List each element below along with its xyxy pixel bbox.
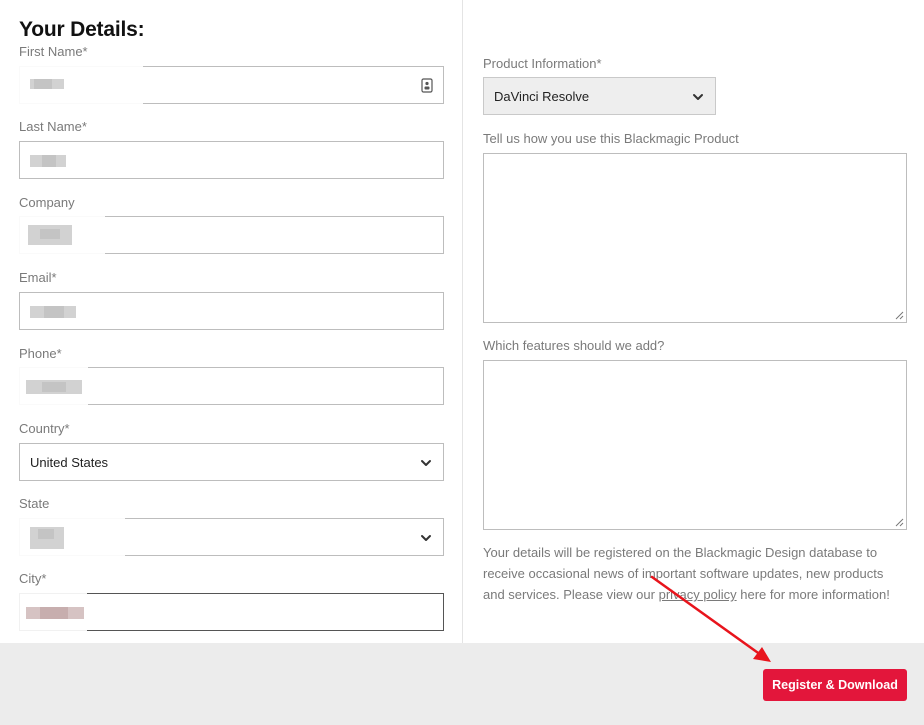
privacy-policy-link[interactable]: privacy policy	[659, 587, 737, 602]
features-textarea[interactable]	[483, 360, 907, 530]
last-name-field[interactable]	[19, 141, 444, 179]
privacy-notice-tail: here for more information!	[736, 587, 890, 602]
contact-card-icon[interactable]	[421, 78, 433, 93]
register-download-button[interactable]: Register & Download	[763, 669, 907, 701]
first-name-field[interactable]	[19, 66, 444, 110]
city-label: City*	[19, 571, 47, 586]
features-label: Which features should we add?	[483, 338, 665, 353]
phone-label: Phone*	[19, 346, 62, 361]
usage-label: Tell us how you use this Blackmagic Prod…	[483, 131, 739, 146]
company-field[interactable]	[17, 216, 444, 256]
page-title: Your Details:	[19, 18, 145, 41]
city-field[interactable]	[17, 593, 444, 631]
resize-grip-icon[interactable]	[895, 518, 904, 527]
email-field[interactable]	[19, 292, 444, 330]
chevron-down-icon	[421, 535, 431, 541]
product-panel: Product Information* DaVinci Resolve Tel…	[463, 0, 924, 643]
state-select[interactable]	[19, 516, 444, 558]
country-label: Country*	[19, 421, 70, 436]
phone-field[interactable]	[14, 367, 444, 407]
country-selected-value: United States	[30, 455, 109, 470]
chevron-down-icon	[693, 94, 703, 100]
company-label: Company	[19, 195, 75, 210]
product-info-label: Product Information*	[483, 56, 602, 71]
first-name-label: First Name*	[19, 44, 88, 59]
usage-textarea[interactable]	[483, 153, 907, 323]
resize-grip-icon[interactable]	[895, 311, 904, 320]
last-name-label: Last Name*	[19, 119, 87, 134]
country-select[interactable]: United States	[19, 443, 444, 481]
state-label: State	[19, 496, 50, 511]
your-details-panel: Your Details: First Name* Last Name* Com…	[0, 0, 462, 643]
product-select[interactable]: DaVinci Resolve	[483, 77, 716, 115]
chevron-down-icon	[421, 460, 431, 466]
privacy-notice: Your details will be registered on the B…	[483, 542, 903, 605]
product-selected-value: DaVinci Resolve	[494, 89, 590, 104]
email-label: Email*	[19, 270, 57, 285]
